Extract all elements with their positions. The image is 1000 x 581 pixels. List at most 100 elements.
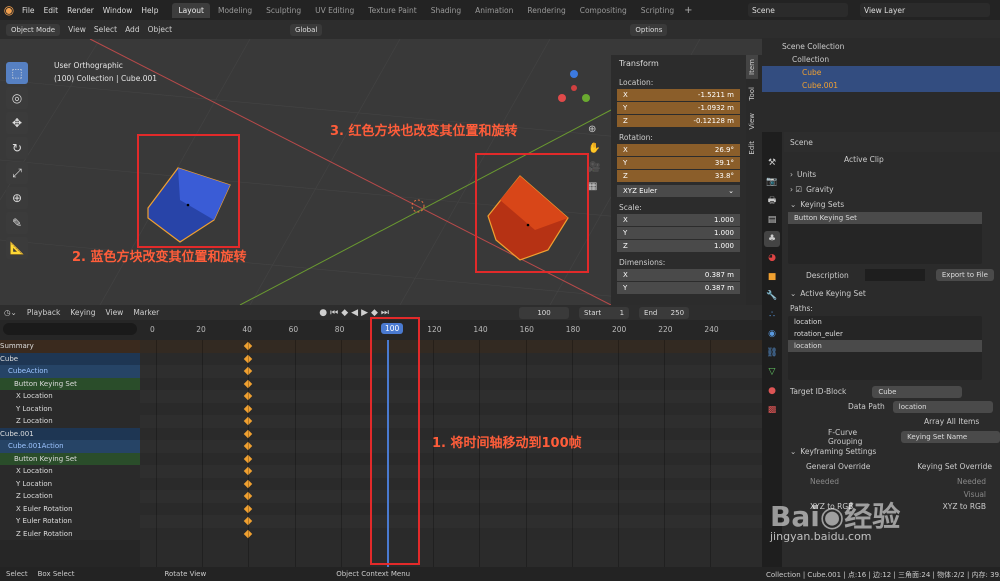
channel-action[interactable]: Cube.001Action	[0, 440, 140, 453]
editor-type-icon[interactable]: ◷⌄	[4, 308, 17, 317]
navigation-gizmo[interactable]	[554, 64, 594, 114]
timeline-menu-view[interactable]: View	[106, 308, 124, 317]
frame-ruler[interactable]: 0 20 40 60 80 100 120 140 160 180 200 220 240	[140, 320, 762, 340]
tool-props-icon[interactable]: ⚒	[764, 155, 780, 171]
current-frame-field[interactable]: 100	[519, 306, 570, 319]
keyframing-settings-panel[interactable]: ⌄ Keyframing Settings	[784, 444, 1000, 459]
rotation-mode-select[interactable]: XYZ Euler ⌄	[617, 185, 740, 197]
channel-summary[interactable]: Summary	[0, 340, 140, 353]
location-field-z[interactable]: Z -0.12128 m	[617, 115, 740, 127]
outliner-row[interactable]: Collection	[762, 53, 1000, 66]
modifier-props-icon[interactable]: 🔧	[764, 288, 780, 304]
active-keying-set-panel[interactable]: ⌄ Active Keying Set	[784, 286, 1000, 301]
zoom-icon[interactable]: ⊕	[588, 120, 602, 139]
workspace-tab-scripting[interactable]: Scripting	[635, 3, 680, 18]
dimensions-field-y[interactable]: Y 0.387 m	[617, 282, 740, 294]
channel-fc[interactable]: X Location	[0, 465, 140, 478]
outliner-row[interactable]: Scene Collection	[762, 40, 1000, 53]
channel-list[interactable]: Summary Cube CubeAction Button Keying Set X …	[0, 340, 140, 567]
timeline-menu-marker[interactable]: Marker	[133, 308, 159, 317]
prev-keyframe-icon[interactable]: ◆	[341, 308, 348, 318]
cursor-tool-icon[interactable]: ◎	[6, 87, 28, 109]
mode-selector[interactable]: Object Mode	[6, 23, 61, 36]
scale-field-z[interactable]: Z 1.000	[617, 240, 740, 252]
channel-fc[interactable]: Y Location	[0, 402, 140, 415]
scene-selector[interactable]: Scene	[748, 3, 848, 17]
jump-start-icon[interactable]: ⏮	[330, 308, 338, 318]
rotation-field-x[interactable]: X 26.9°	[617, 144, 740, 156]
fcurve-grouping-select[interactable]: Keying Set Name	[901, 430, 1000, 443]
channel-search[interactable]	[0, 320, 140, 340]
active-clip-row[interactable]: Active Clip	[784, 152, 1000, 167]
channel-ks[interactable]: Button Keying Set	[0, 377, 140, 390]
keyframe-area[interactable]	[140, 340, 762, 567]
channel-action[interactable]: CubeAction	[0, 365, 140, 378]
annotate-tool-icon[interactable]: ✎	[6, 212, 28, 234]
scale-tool-icon[interactable]: ⤢	[6, 162, 28, 184]
menu-render[interactable]: Render	[67, 6, 94, 15]
jump-end-icon[interactable]: ⏭	[381, 308, 389, 318]
workspace-tab-animation[interactable]: Animation	[469, 3, 519, 18]
play-reverse-icon[interactable]: ◀	[351, 308, 358, 318]
viewport-menu-select[interactable]: Select	[94, 25, 117, 34]
channel-fc[interactable]: X Location	[0, 390, 140, 403]
record-icon[interactable]: ●	[319, 308, 327, 318]
particles-props-icon[interactable]: ∴	[764, 307, 780, 323]
data-props-icon[interactable]: ▽	[764, 364, 780, 380]
path-item[interactable]: rotation_euler	[788, 328, 982, 340]
outliner-row[interactable]: Cube	[762, 66, 1000, 79]
timeline-menu-playback[interactable]: Playback	[27, 308, 60, 317]
camera-icon[interactable]: 🎥	[588, 158, 602, 177]
options-button[interactable]: Options	[630, 23, 668, 36]
workspace-tab-rendering[interactable]: Rendering	[521, 3, 571, 18]
location-field-y[interactable]: Y -1.0932 m	[617, 102, 740, 114]
texture-props-icon[interactable]: ▩	[764, 402, 780, 418]
channel-obj[interactable]: Cube.001	[0, 427, 140, 440]
paths-list[interactable]: location rotation_euler location	[788, 316, 982, 380]
transform-tool-icon[interactable]: ⊕	[6, 187, 28, 209]
outliner-row[interactable]: Cube.001	[762, 79, 1000, 92]
sidebar-tab-tool[interactable]: Tool	[746, 83, 758, 105]
channel-fc[interactable]: Y Location	[0, 477, 140, 490]
viewport-menu-view[interactable]: View	[68, 25, 86, 34]
view-layer-props-icon[interactable]: ▤	[764, 212, 780, 228]
menu-help[interactable]: Help	[141, 6, 158, 15]
channel-fc[interactable]: Z Euler Rotation	[0, 527, 140, 540]
keying-sets-list[interactable]: Button Keying Set	[788, 212, 982, 264]
menu-file[interactable]: File	[22, 6, 35, 15]
workspace-tab-modeling[interactable]: Modeling	[212, 3, 258, 18]
workspace-tab-uv-editing[interactable]: UV Editing	[309, 3, 360, 18]
next-keyframe-icon[interactable]: ◆	[371, 308, 378, 318]
output-props-icon[interactable]: 🖶	[764, 193, 780, 209]
sidebar-tab-item[interactable]: Item	[746, 55, 758, 79]
channel-ks[interactable]: Button Keying Set	[0, 452, 140, 465]
export-to-file-button[interactable]: Export to File	[935, 269, 994, 281]
add-workspace-icon[interactable]: +	[684, 5, 692, 16]
constraints-props-icon[interactable]: ⛓	[764, 345, 780, 361]
workspace-tab-sculpting[interactable]: Sculpting	[260, 3, 307, 18]
channel-fc[interactable]: Z Location	[0, 490, 140, 503]
location-field-x[interactable]: X -1.5211 m	[617, 89, 740, 101]
scale-field-x[interactable]: X 1.000	[617, 214, 740, 226]
target-id-field[interactable]: Cube	[872, 385, 963, 398]
workspace-tab-compositing[interactable]: Compositing	[574, 3, 633, 18]
keying-set-item[interactable]: Button Keying Set	[788, 212, 982, 224]
rotation-field-z[interactable]: Z 33.8°	[617, 170, 740, 182]
world-props-icon[interactable]: ◕	[764, 250, 780, 266]
gravity-panel[interactable]: › ☑ Gravity	[784, 182, 1000, 197]
timeline-menu-keying[interactable]: Keying	[70, 308, 95, 317]
menu-edit[interactable]: Edit	[44, 6, 59, 15]
keying-sets-panel[interactable]: ⌄ Keying Sets	[784, 197, 1000, 212]
viewport-menu-add[interactable]: Add	[125, 25, 140, 34]
path-item[interactable]: location	[788, 316, 982, 328]
physics-props-icon[interactable]: ◉	[764, 326, 780, 342]
channel-fc[interactable]: X Euler Rotation	[0, 502, 140, 515]
measure-tool-icon[interactable]: 📐	[6, 237, 28, 259]
rotate-tool-icon[interactable]: ↻	[6, 137, 28, 159]
move-tool-icon[interactable]: ✥	[6, 112, 28, 134]
units-panel[interactable]: › Units	[784, 167, 1000, 182]
workspace-tab-shading[interactable]: Shading	[425, 3, 467, 18]
sidebar-tab-view[interactable]: View	[746, 109, 758, 134]
play-icon[interactable]: ▶	[361, 308, 368, 318]
outliner[interactable]: Scene Collection Collection Cube Cube.001	[762, 20, 1000, 132]
